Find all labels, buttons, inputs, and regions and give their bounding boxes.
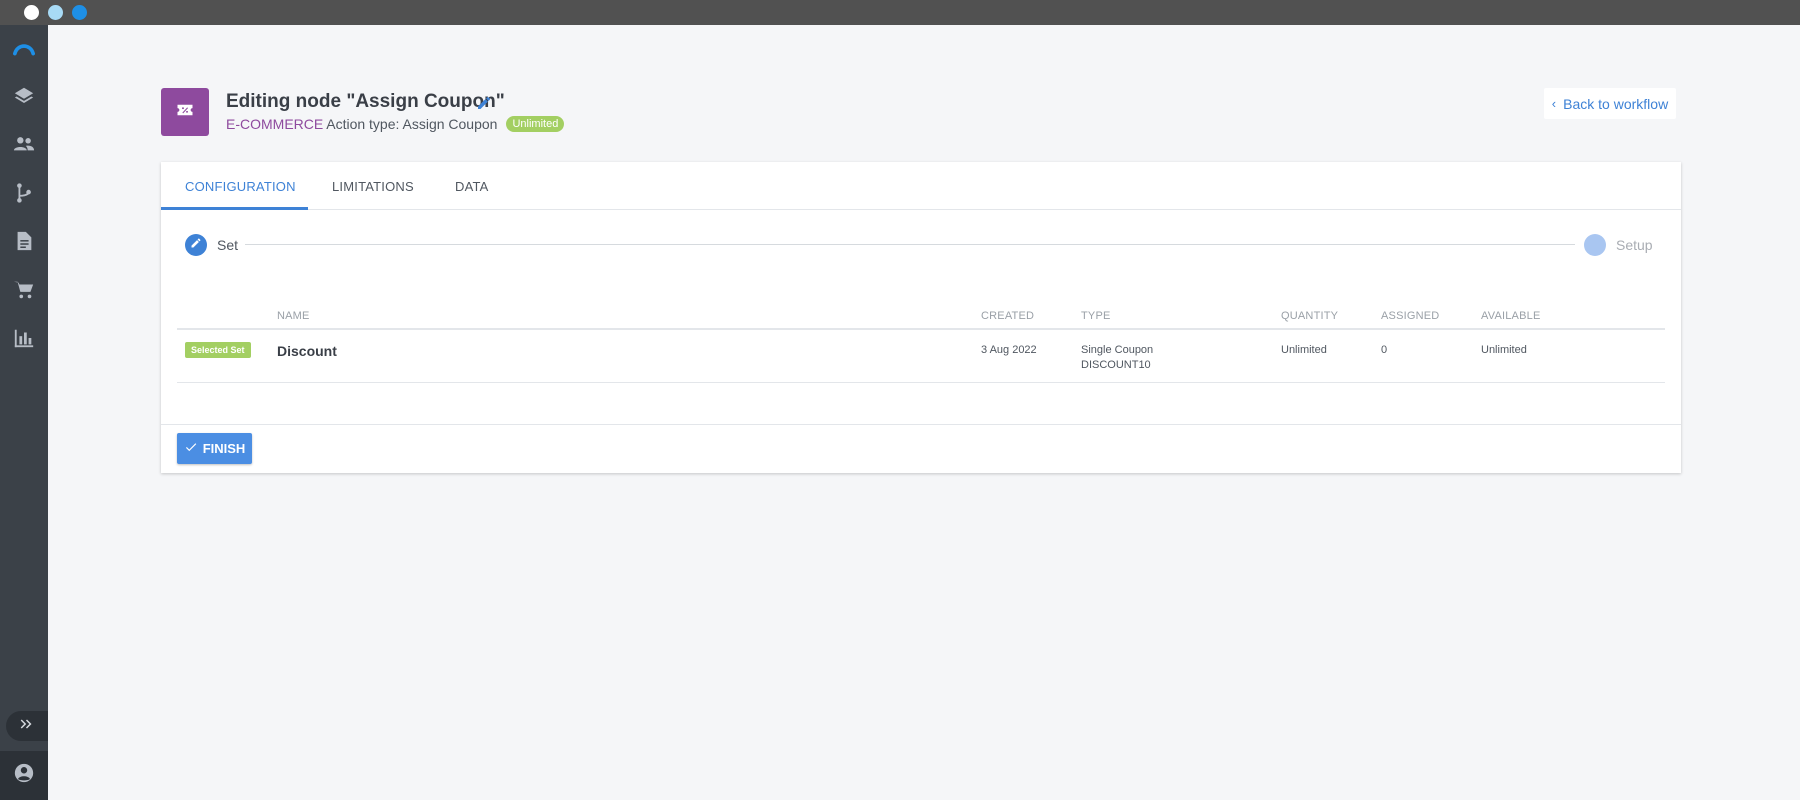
table-row[interactable]: Selected Set Discount 3 Aug 2022 Single …: [177, 332, 1665, 383]
sidebar: [0, 25, 48, 800]
checkmark-icon: [184, 440, 203, 457]
action-type-label: Action type: Assign Coupon: [326, 116, 498, 132]
chevron-left-icon: ‹: [1551, 96, 1557, 111]
available-value: Unlimited: [1481, 344, 1527, 356]
selected-set-badge: Selected Set: [185, 342, 251, 358]
column-header-available[interactable]: AVAILABLE: [1481, 310, 1540, 322]
cart-icon[interactable]: [12, 278, 36, 302]
coupon-type: Single Coupon: [1081, 344, 1154, 356]
card-footer: FINISH: [161, 424, 1681, 473]
double-chevron-right-icon: [18, 715, 36, 738]
finish-button[interactable]: FINISH: [177, 433, 252, 464]
document-icon[interactable]: [12, 229, 36, 253]
column-header-created[interactable]: CREATED: [981, 310, 1034, 322]
step-setup-label[interactable]: Setup: [1616, 237, 1653, 253]
unlimited-badge: Unlimited: [506, 116, 565, 132]
step-set-indicator[interactable]: [185, 234, 207, 256]
tab-data[interactable]: DATA: [455, 162, 489, 210]
stepper: Set Setup: [161, 210, 1681, 280]
finish-label: FINISH: [202, 441, 246, 456]
account-button[interactable]: [0, 751, 48, 800]
pencil-icon: [476, 96, 492, 115]
coupon-icon: [176, 101, 194, 124]
tab-limitations[interactable]: LIMITATIONS: [332, 162, 414, 210]
set-name: Discount: [277, 343, 337, 359]
node-config-card: CONFIGURATION LIMITATIONS DATA Set Setup…: [161, 162, 1681, 473]
column-header-assigned[interactable]: ASSIGNED: [1381, 310, 1439, 322]
back-to-workflow-label: Back to workflow: [1563, 95, 1669, 112]
tab-configuration[interactable]: CONFIGURATION: [185, 162, 296, 210]
node-type-icon: [161, 88, 209, 136]
column-header-quantity[interactable]: QUANTITY: [1281, 310, 1338, 322]
workflow-branch-icon[interactable]: [12, 181, 36, 205]
layers-icon[interactable]: [12, 84, 36, 108]
sidebar-expand-button[interactable]: [6, 711, 48, 741]
window-minimize-button[interactable]: [48, 5, 63, 20]
tab-bar: CONFIGURATION LIMITATIONS DATA: [161, 162, 1681, 210]
logo-arc-icon[interactable]: [12, 37, 36, 61]
coupon-code: DISCOUNT10: [1081, 359, 1151, 371]
column-header-name[interactable]: NAME: [277, 310, 310, 322]
category-label: E-COMMERCE: [226, 116, 324, 132]
assigned-value: 0: [1381, 344, 1388, 356]
table-header: NAME CREATED TYPE QUANTITY ASSIGNED AVAI…: [177, 302, 1665, 330]
people-icon[interactable]: [12, 132, 36, 156]
back-to-workflow-button[interactable]: ‹ Back to workflow: [1544, 88, 1676, 119]
bar-chart-icon[interactable]: [12, 326, 36, 350]
quantity-value: Unlimited: [1281, 344, 1327, 356]
step-set-label[interactable]: Set: [217, 237, 238, 253]
created-date: 3 Aug 2022: [981, 344, 1037, 356]
window-maximize-button[interactable]: [72, 5, 87, 20]
window-close-button[interactable]: [24, 5, 39, 20]
page-title: Editing node "Assign Coupon": [226, 91, 505, 112]
step-setup-indicator[interactable]: [1584, 234, 1606, 256]
node-subtitle: E-COMMERCE Action type: Assign Coupon Un…: [226, 116, 565, 132]
account-circle-icon: [13, 762, 35, 789]
column-header-type[interactable]: TYPE: [1081, 310, 1111, 322]
window-titlebar: [0, 0, 1800, 25]
stepper-connector: [245, 244, 1575, 245]
pencil-icon: [190, 236, 202, 254]
edit-title-button[interactable]: [476, 95, 492, 111]
